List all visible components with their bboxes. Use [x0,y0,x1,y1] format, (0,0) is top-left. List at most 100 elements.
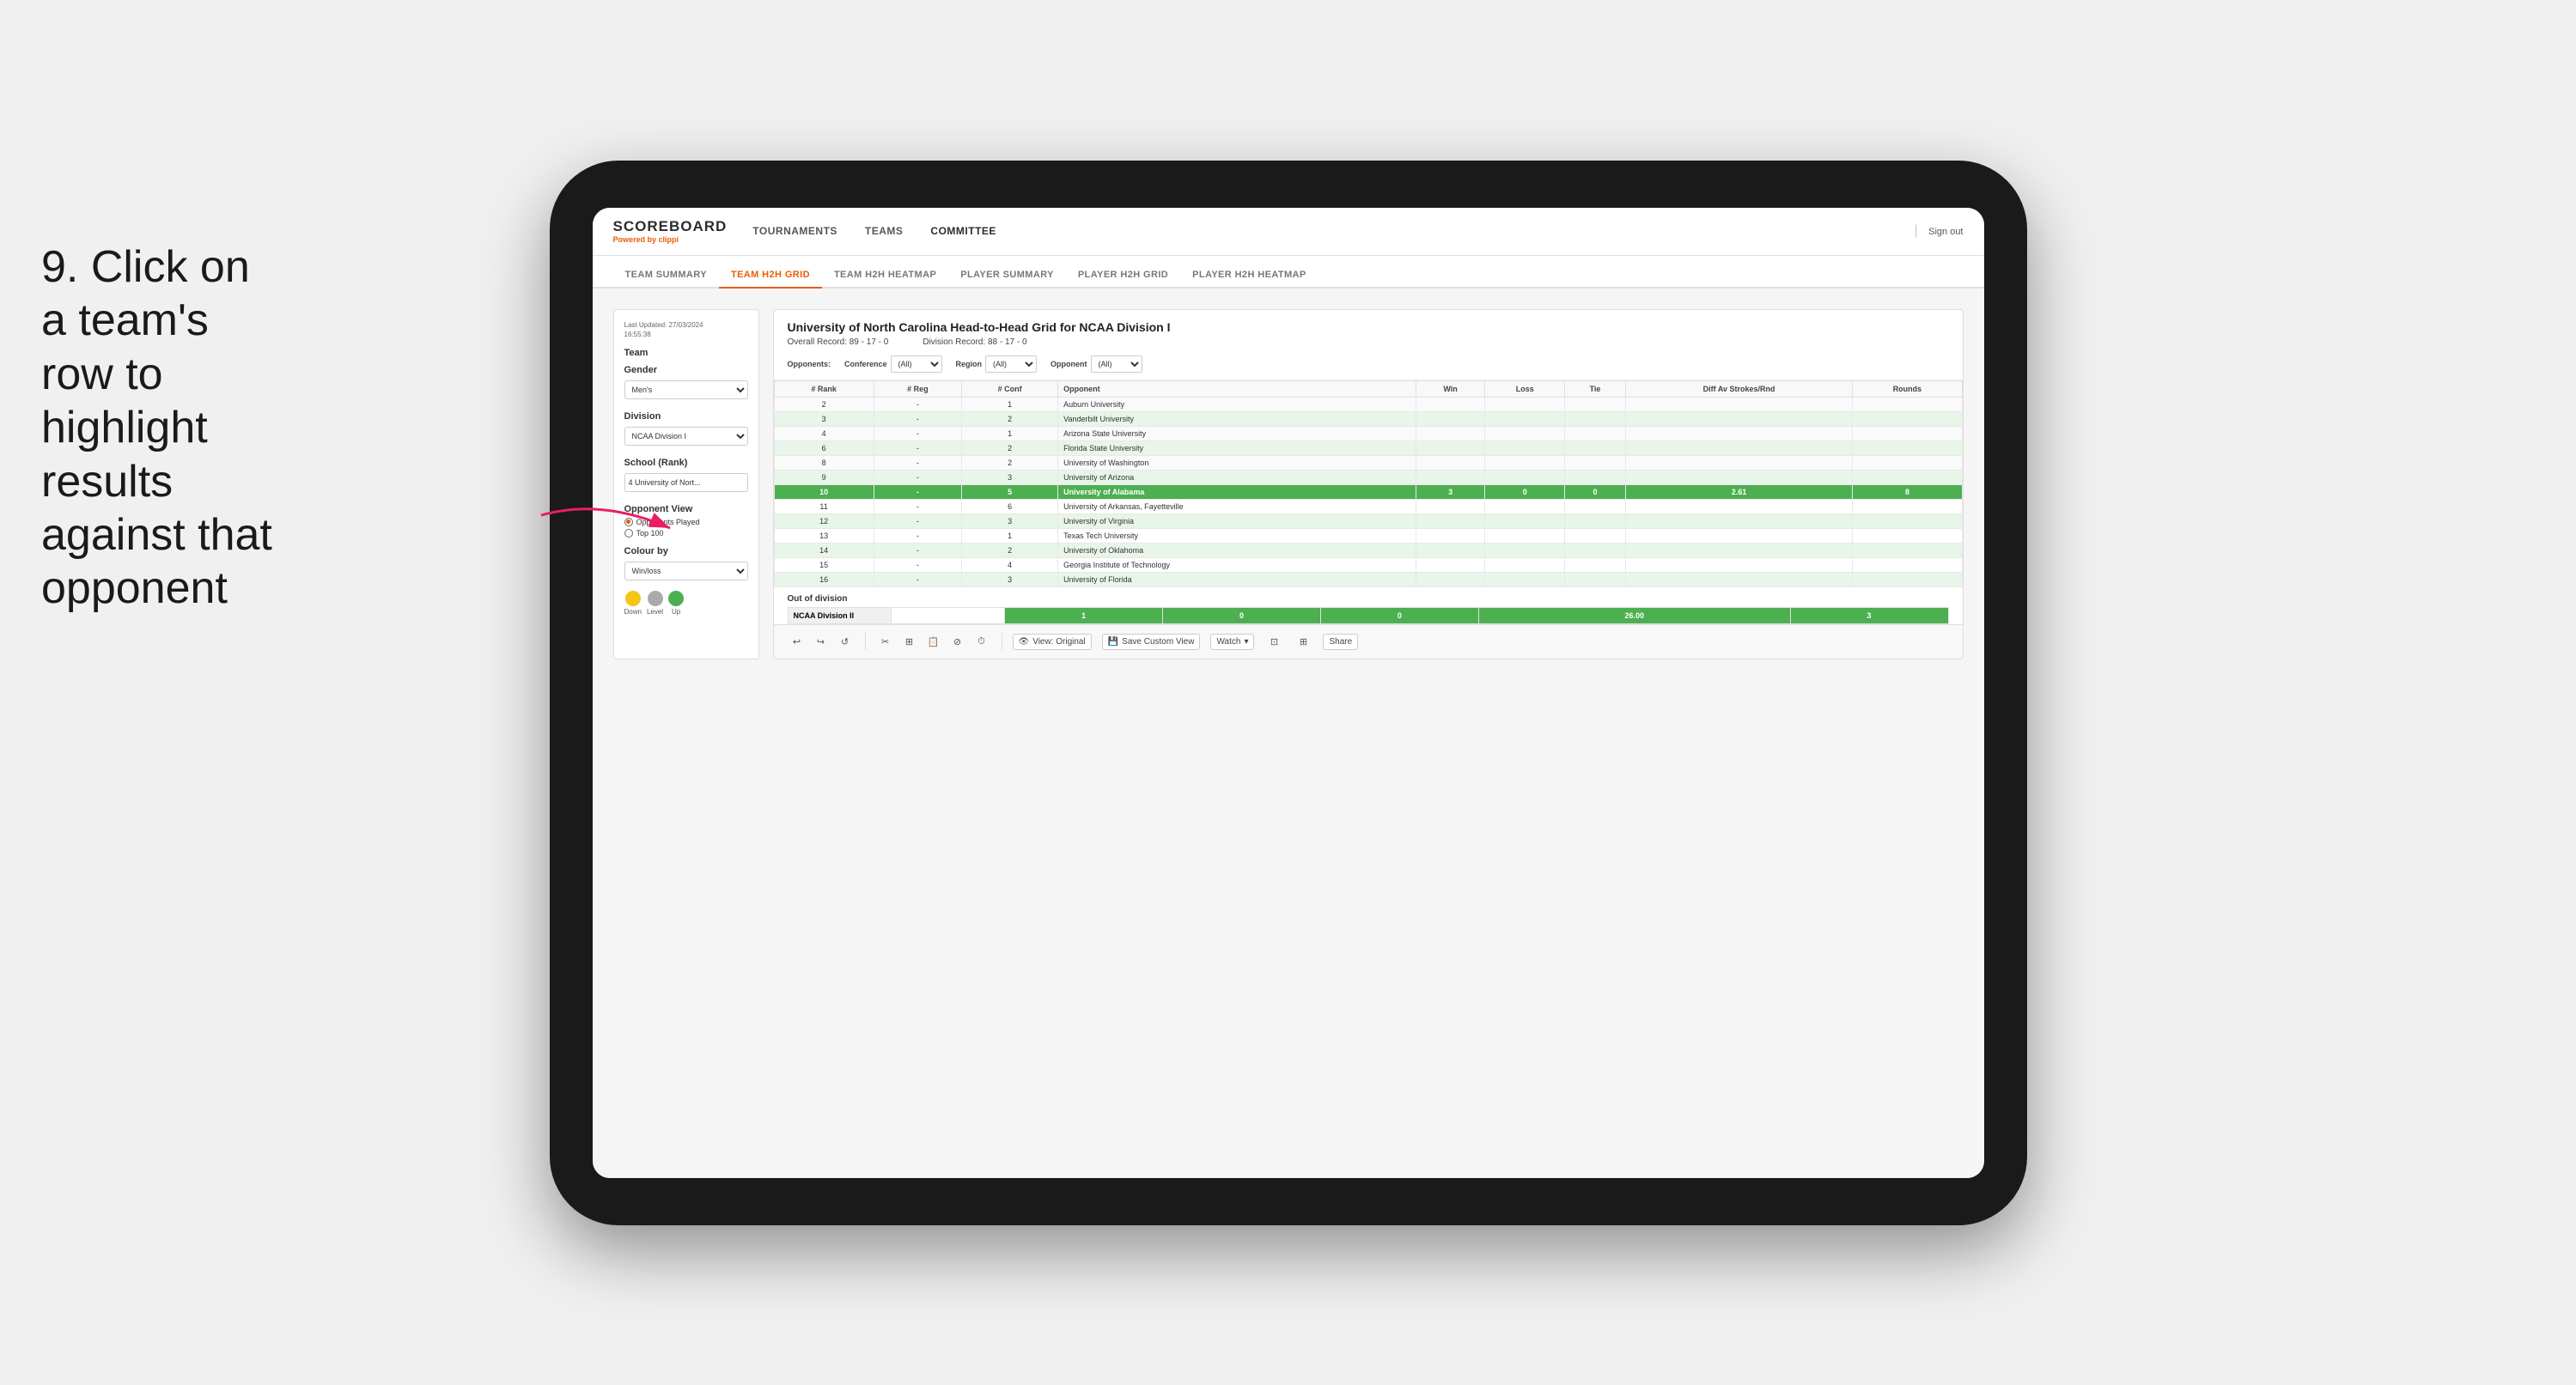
col-loss: Loss [1485,380,1565,397]
logo-area: SCOREBOARD Powered by clippi [613,218,728,244]
table-row[interactable]: 3-2Vanderbilt University [774,411,1962,426]
legend-up-label: Up [672,608,680,616]
division-tie: 0 [1320,607,1478,623]
instruction-text: 9. Click on a team's row to highlight re… [41,240,282,616]
tablet-screen: SCOREBOARD Powered by clippi TOURNAMENTS… [593,208,1984,1178]
table-row[interactable]: 12-3University of Virginia [774,513,1962,528]
view-icon: 👁 [1019,637,1030,647]
sub-nav: TEAM SUMMARY TEAM H2H GRID TEAM H2H HEAT… [593,256,1984,289]
last-updated: Last Updated: 27/03/2024 16:55:38 [624,320,748,339]
dashboard: Last Updated: 27/03/2024 16:55:38 Team G… [613,309,1964,659]
nav-committee[interactable]: COMMITTEE [930,222,996,240]
legend-up: Up [668,591,684,616]
table-row[interactable]: 4-1Arizona State University [774,426,1962,440]
toolbar-nav-group: ↩ ↪ ↺ [788,632,855,651]
region-select[interactable]: (All) [985,355,1037,373]
undo-button[interactable]: ↩ [788,632,807,651]
division-record: Division Record: 88 - 17 - 0 [923,337,1026,347]
table-row[interactable]: 10-5University of Alabama3002.618 [774,484,1962,499]
legend-level-label: Level [647,608,663,616]
overall-record: Overall Record: 89 - 17 - 0 [788,337,889,347]
main-content: Last Updated: 27/03/2024 16:55:38 Team G… [593,289,1984,1178]
sub-nav-player-h2h-heatmap[interactable]: PLAYER H2H HEATMAP [1180,270,1318,289]
division-select[interactable]: NCAA Division I [624,427,748,446]
clock-button[interactable]: ⏱ [972,632,991,651]
toolbar-icon-2[interactable]: ⊞ [1294,632,1312,651]
share-button[interactable]: Share [1323,634,1358,650]
col-opponent: Opponent [1058,380,1416,397]
gender-label: Gender [624,365,748,375]
gender-select[interactable]: Men's [624,380,748,399]
conference-filter: Conference (All) [844,355,942,373]
opponent-select[interactable]: (All) [1091,355,1142,373]
toolbar-icon-1[interactable]: ⊡ [1264,632,1283,651]
legend-down-label: Down [624,608,642,616]
arrow-annotation [533,481,704,550]
sign-out-area: | Sign out [1915,223,1964,239]
sub-nav-team-h2h-grid[interactable]: TEAM H2H GRID [719,270,822,289]
grid-table-container: # Rank # Reg # Conf Opponent Win Loss Ti… [774,380,1963,587]
save-custom-button[interactable]: 💾 Save Custom View [1102,634,1201,650]
col-rounds: Rounds [1853,380,1962,397]
col-conf: # Conf [962,380,1058,397]
legend-down-dot [625,591,641,606]
col-reg: # Reg [874,380,961,397]
sub-nav-team-h2h-heatmap[interactable]: TEAM H2H HEATMAP [822,270,948,289]
chevron-down-icon: ▾ [1244,637,1248,647]
table-row[interactable]: 15-4Georgia Institute of Technology [774,557,1962,572]
revert-button[interactable]: ↺ [836,632,855,651]
division-name: NCAA Division II [788,607,891,623]
legend-up-dot [668,591,684,606]
top-nav: SCOREBOARD Powered by clippi TOURNAMENTS… [593,208,1984,256]
division-table: NCAA Division II 1 0 0 26.00 3 [788,607,1949,624]
grid-title: University of North Carolina Head-to-Hea… [788,320,1949,334]
division-rounds: 3 [1790,607,1948,623]
tablet-frame: SCOREBOARD Powered by clippi TOURNAMENTS… [550,161,2027,1225]
col-tie: Tie [1565,380,1626,397]
table-row[interactable]: 13-1Texas Tech University [774,528,1962,543]
col-rank: # Rank [774,380,874,397]
watch-button[interactable]: Watch ▾ [1210,634,1254,650]
legend-level-dot [648,591,663,606]
out-of-division-label: Out of division [774,587,1963,607]
team-label: Team [624,348,748,358]
top-nav-items: TOURNAMENTS TEAMS COMMITTEE [752,222,1914,240]
grid-header: University of North Carolina Head-to-Hea… [774,310,1963,380]
sub-nav-player-h2h-grid[interactable]: PLAYER H2H GRID [1066,270,1180,289]
opponents-filter-label: Opponents: [788,360,831,368]
legend-level: Level [647,591,663,616]
division-row[interactable]: NCAA Division II 1 0 0 26.00 3 [788,607,1948,623]
records-row: Overall Record: 89 - 17 - 0 Division Rec… [788,337,1949,347]
table-row[interactable]: 2-1Auburn University [774,397,1962,411]
table-row[interactable]: 11-6University of Arkansas, Fayetteville [774,499,1962,513]
legend-row: Down Level Up [624,591,748,616]
sub-nav-player-summary[interactable]: PLAYER SUMMARY [948,270,1066,289]
paste-button[interactable]: 📋 [924,632,943,651]
toolbar-sep-1 [865,633,866,650]
col-diff: Diff Av Strokes/Rnd [1625,380,1853,397]
h2h-grid-table: # Rank # Reg # Conf Opponent Win Loss Ti… [774,380,1963,587]
clear-button[interactable]: ⊘ [948,632,967,651]
col-win: Win [1416,380,1484,397]
table-row[interactable]: 9-3University of Arizona [774,470,1962,484]
sign-out-link[interactable]: Sign out [1928,227,1963,237]
division-diff: 26.00 [1478,607,1790,623]
nav-tournaments[interactable]: TOURNAMENTS [752,222,837,240]
division-loss: 0 [1163,607,1321,623]
sub-nav-team-summary[interactable]: TEAM SUMMARY [613,270,719,289]
opponent-filter: Opponent (All) [1050,355,1142,373]
redo-button[interactable]: ↪ [812,632,831,651]
view-original-button[interactable]: 👁 View: Original [1013,634,1092,650]
copy-button[interactable]: ⊞ [900,632,919,651]
table-row[interactable]: 14-2University of Oklahoma [774,543,1962,557]
table-row[interactable]: 16-3University of Florida [774,572,1962,586]
nav-teams[interactable]: TEAMS [865,222,904,240]
table-row[interactable]: 6-2Florida State University [774,440,1962,455]
table-row[interactable]: 8-2University of Washington [774,455,1962,470]
logo-powered: Powered by clippi [613,235,728,244]
region-filter: Region (All) [956,355,1038,373]
conference-select[interactable]: (All) [891,355,942,373]
cut-button[interactable]: ✂ [876,632,895,651]
filter-row: Opponents: Conference (All) Region ( [788,355,1949,373]
colour-by-select[interactable]: Win/loss [624,562,748,580]
